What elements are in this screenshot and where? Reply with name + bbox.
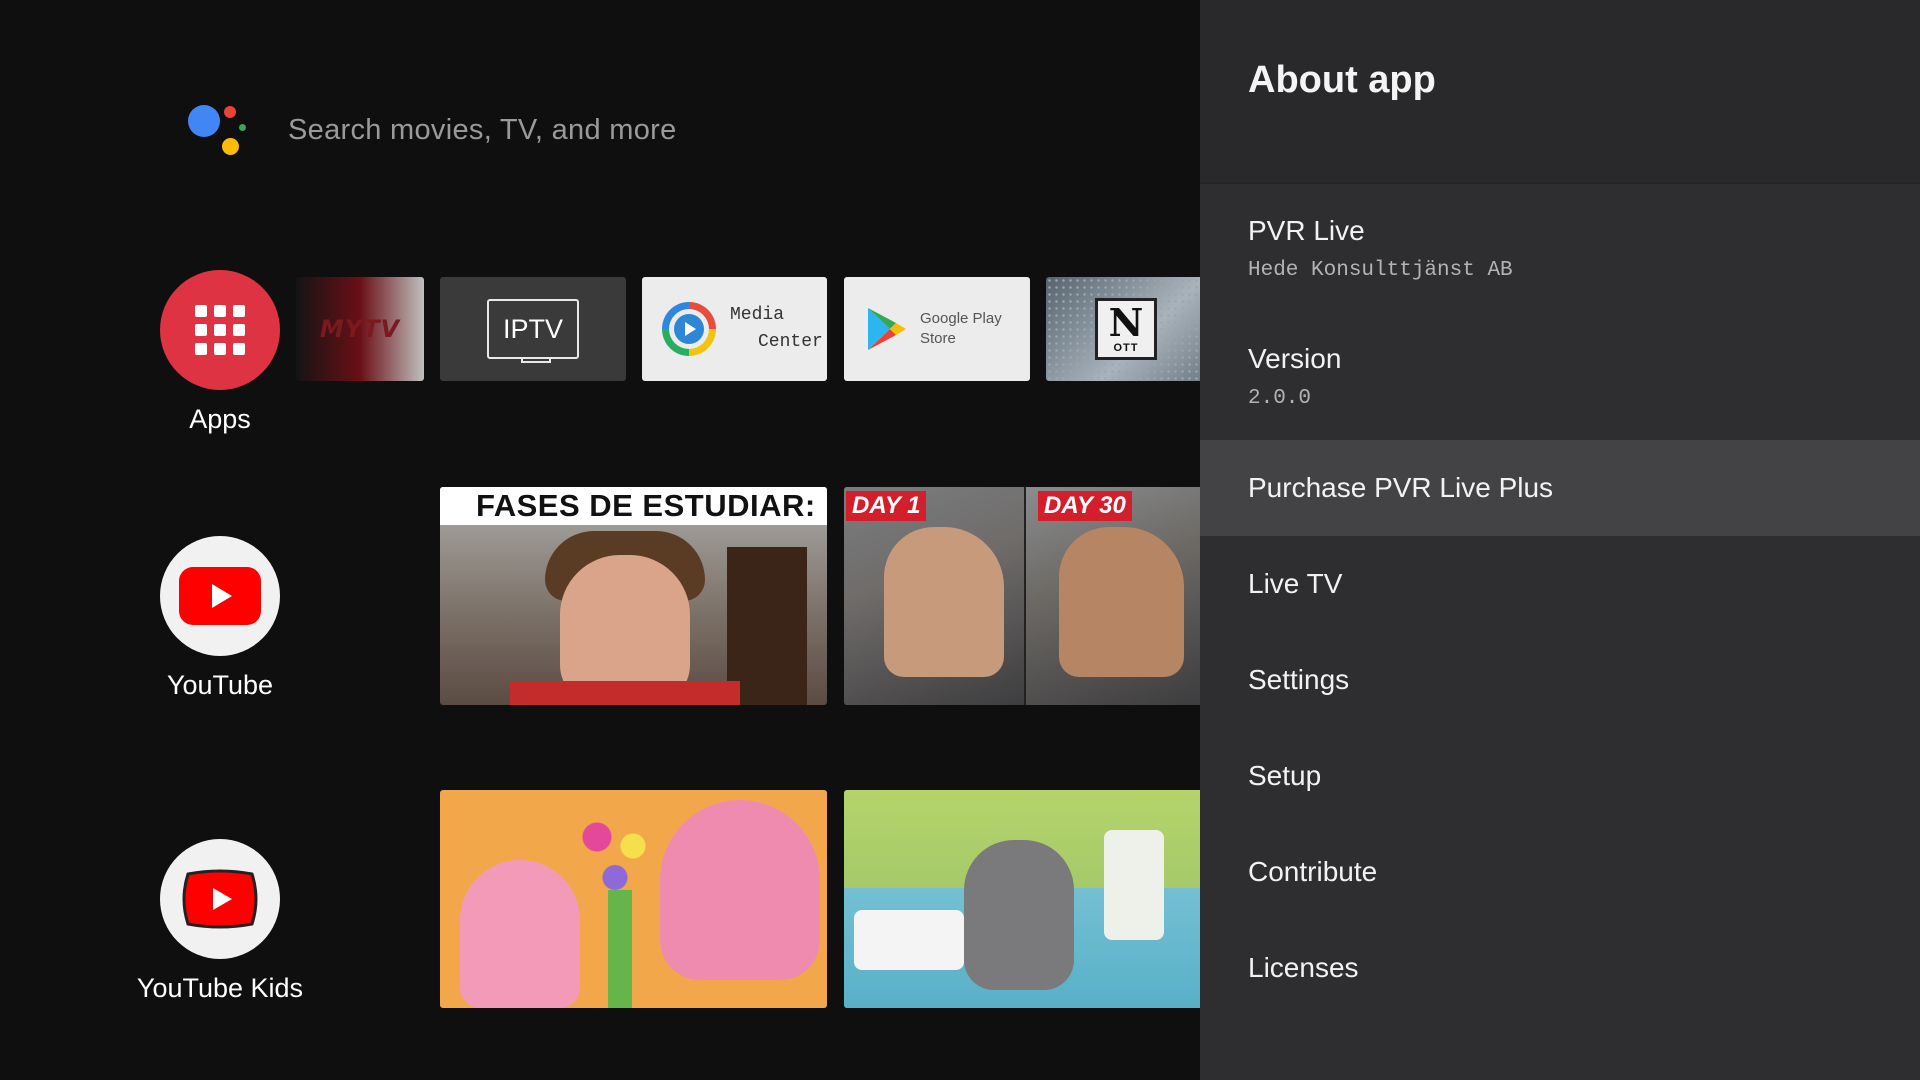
youtube-kids-video-thumbnail[interactable] <box>844 790 1200 1008</box>
google-play-label-2: Store <box>920 330 956 347</box>
android-tv-home-screen: Search movies, TV, and more Apps MYTV IP… <box>0 0 1200 1080</box>
youtube-label: YouTube <box>166 670 274 700</box>
media-center-label-1: Media <box>730 305 785 325</box>
menu-item-licenses[interactable]: Licenses <box>1200 920 1920 1016</box>
developer-name: Hede Konsulttjänst AB <box>1248 258 1513 282</box>
ott-navigator-app-tile[interactable]: N OTT <box>1046 277 1200 381</box>
google-assistant-icon[interactable] <box>186 100 250 160</box>
panel-title: About app <box>1248 58 1436 101</box>
menu-item-setup[interactable]: Setup <box>1200 728 1920 824</box>
ott-logo-icon: N OTT <box>1095 298 1157 360</box>
app-name-info: PVR Live Hede Konsulttjänst AB <box>1200 184 1920 312</box>
tv-screen-icon: IPTV <box>487 299 579 363</box>
youtube-launcher[interactable]: YouTube <box>120 536 320 701</box>
app-name: PVR Live <box>1248 214 1365 246</box>
menu-item-settings[interactable]: Settings <box>1200 632 1920 728</box>
apps-grid-icon <box>160 270 280 390</box>
version-info: Version 2.0.0 <box>1200 312 1920 440</box>
youtube-kids-launcher[interactable]: YouTube Kids <box>120 839 320 1004</box>
media-center-app-tile[interactable]: Media Center <box>642 277 827 381</box>
search-placeholder[interactable]: Search movies, TV, and more <box>288 114 677 147</box>
version-value: 2.0.0 <box>1248 386 1312 410</box>
version-label: Version <box>1248 342 1342 374</box>
ott-logo-letter: N <box>1108 300 1144 345</box>
youtube-kids-video-thumbnail[interactable] <box>440 790 827 1008</box>
iptv-label: IPTV <box>502 313 563 344</box>
menu-item-live-tv[interactable]: Live TV <box>1200 536 1920 632</box>
menu-item-contribute[interactable]: Contribute <box>1200 824 1920 920</box>
youtube-icon <box>160 536 280 656</box>
mytv-logo: MYTV <box>319 315 401 343</box>
apps-label: Apps <box>189 404 251 434</box>
about-app-panel: About app PVR Live Hede Konsulttjänst AB… <box>1200 0 1920 1080</box>
day-tag: DAY 30 <box>1038 491 1132 521</box>
menu-item-purchase-plus[interactable]: Purchase PVR Live Plus <box>1200 440 1920 536</box>
youtube-video-thumbnail[interactable]: DAY 1 DAY 30 <box>844 487 1200 705</box>
iptv-app-tile[interactable]: IPTV <box>440 277 626 381</box>
search-bar[interactable]: Search movies, TV, and more <box>186 98 677 162</box>
mytv-app-tile[interactable]: MYTV <box>296 277 424 381</box>
youtube-video-thumbnail[interactable]: FASES DE ESTUDIAR: <box>440 487 827 705</box>
google-play-store-app-tile[interactable]: Google Play Store <box>844 277 1030 381</box>
panel-header: About app <box>1200 0 1920 184</box>
media-center-label-2: Center <box>758 332 823 352</box>
day-tag: DAY 1 <box>846 491 927 521</box>
media-center-play-icon <box>662 302 716 356</box>
google-play-label-1: Google Play <box>920 310 1002 327</box>
video-caption: FASES DE ESTUDIAR: <box>440 487 827 525</box>
youtube-kids-icon <box>160 839 280 959</box>
google-play-icon <box>868 308 906 350</box>
youtube-kids-label: YouTube Kids <box>136 973 304 1003</box>
ott-logo-text: OTT <box>1113 342 1139 354</box>
apps-launcher[interactable]: Apps <box>120 270 320 435</box>
